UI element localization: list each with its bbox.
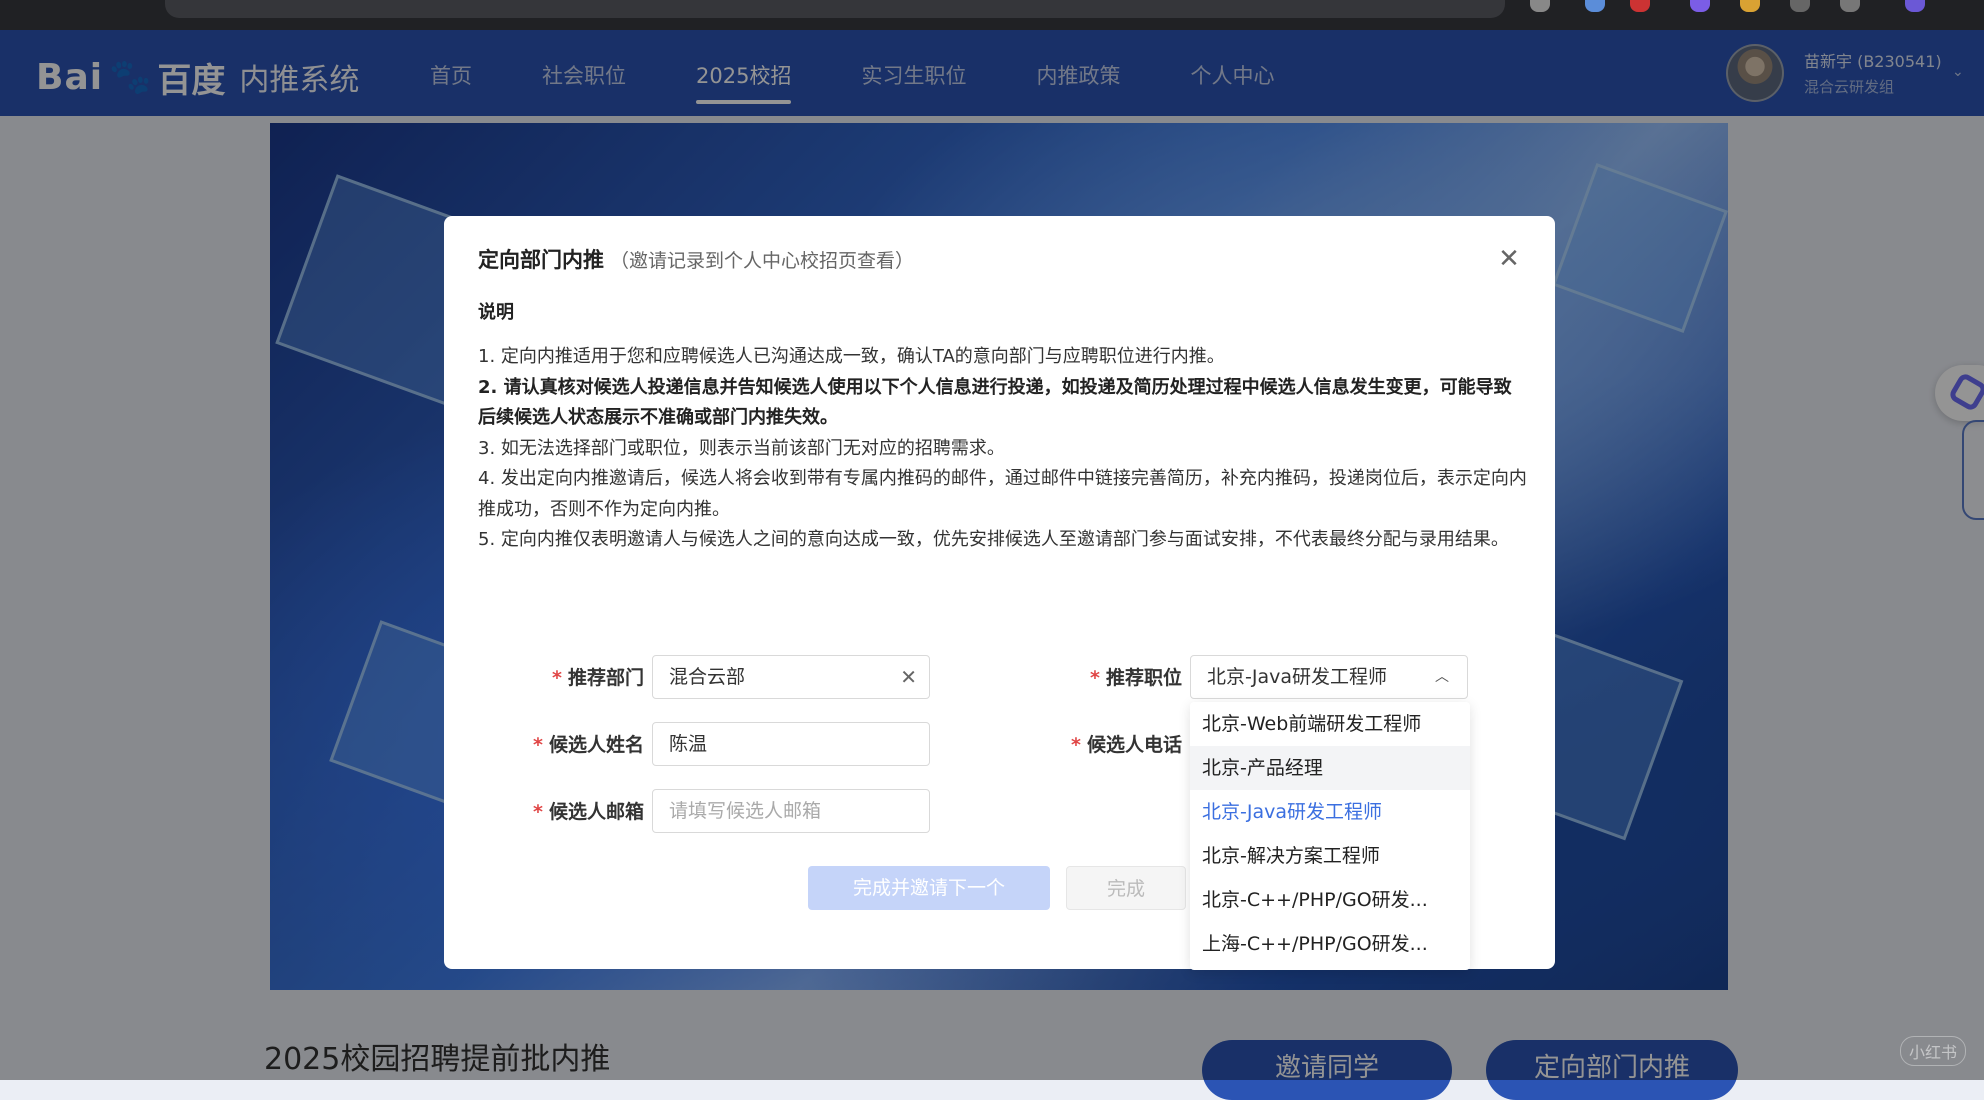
watermark: 小红书 <box>1900 1036 1967 1066</box>
modal-title: 定向部门内推 （邀请记录到个人中心校招页查看） <box>478 244 914 274</box>
profile-icon[interactable] <box>1905 0 1925 12</box>
required-mark: * <box>552 667 562 689</box>
email-label-text: 候选人邮箱 <box>548 801 644 823</box>
dropdown-option[interactable]: 北京-解决方案工程师 <box>1190 834 1470 878</box>
extension-icon[interactable] <box>1740 0 1760 12</box>
dropdown-option[interactable]: 北京-Web前端研发工程师 <box>1190 702 1470 746</box>
description-item: 2. 请认真核对候选人投递信息并告知候选人使用以下个人信息进行投递，如投递及简历… <box>478 376 1512 429</box>
email-placeholder: 请填写候选人邮箱 <box>669 800 822 822</box>
required-mark: * <box>533 801 543 823</box>
extension-icon[interactable] <box>1690 0 1710 12</box>
close-icon[interactable]: ✕ <box>1494 244 1524 274</box>
clear-icon[interactable]: ✕ <box>900 656 917 698</box>
description-item: 3. 如无法选择部门或职位，则表示当前该部门无对应的招聘需求。 <box>478 437 1005 459</box>
candidate-name-value: 陈温 <box>669 733 708 755</box>
dept-value: 混合云部 <box>669 666 746 688</box>
finish-and-invite-next-button[interactable]: 完成并邀请下一个 <box>808 866 1050 910</box>
position-value: 北京-Java研发工程师 <box>1207 666 1387 688</box>
required-mark: * <box>1071 734 1081 756</box>
position-select[interactable]: 北京-Java研发工程师 ︿ <box>1190 655 1468 699</box>
dropdown-option[interactable]: 上海-C++/PHP/GO研发... <box>1190 922 1470 966</box>
email-label: * 候选人邮箱 <box>444 797 644 824</box>
phone-label: * 候选人电话 <box>982 730 1182 757</box>
dropdown-option[interactable]: 北京-产品经理 <box>1190 746 1470 790</box>
extension-icon[interactable] <box>1530 0 1550 12</box>
finish-button[interactable]: 完成 <box>1066 866 1186 910</box>
description-item: 4. 发出定向内推邀请后，候选人将会收到带有专属内推码的邮件，通过邮件中链接完善… <box>478 468 1527 520</box>
position-dropdown: 北京-Web前端研发工程师 北京-产品经理 北京-Java研发工程师 北京-解决… <box>1190 702 1470 970</box>
browser-toolbar <box>0 0 1984 30</box>
modal-title-text: 定向部门内推 <box>478 248 604 272</box>
modal-title-note: （邀请记录到个人中心校招页查看） <box>610 250 915 272</box>
chevron-up-icon: ︿ <box>1435 669 1449 685</box>
description-heading: 说明 <box>478 302 514 323</box>
description-item: 1. 定向内推适用于您和应聘候选人已沟通达成一致，确认TA的意向部门与应聘职位进… <box>478 346 1225 367</box>
description-item: 5. 定向内推仅表明邀请人与候选人之间的意向达成一致，优先安排候选人至邀请部门参… <box>478 529 1509 550</box>
extension-icon[interactable] <box>1840 0 1860 12</box>
phone-label-text: 候选人电话 <box>1086 734 1182 756</box>
required-mark: * <box>533 734 543 756</box>
position-label: * 推荐职位 <box>982 663 1182 690</box>
candidate-email-input[interactable]: 请填写候选人邮箱 <box>652 789 930 833</box>
dept-label: * 推荐部门 <box>444 663 644 690</box>
required-mark: * <box>1090 667 1100 689</box>
name-label-text: 候选人姓名 <box>548 734 644 756</box>
candidate-name-input[interactable]: 陈温 <box>652 722 930 766</box>
dropdown-option[interactable]: 北京-C++/PHP/GO研发... <box>1190 878 1470 922</box>
address-bar[interactable] <box>165 0 1505 18</box>
extension-icon[interactable] <box>1630 0 1650 12</box>
name-label: * 候选人姓名 <box>444 730 644 757</box>
dept-label-text: 推荐部门 <box>567 667 644 689</box>
description-list: 1. 定向内推适用于您和应聘候选人已沟通达成一致，确认TA的意向部门与应聘职位进… <box>478 342 1528 556</box>
extension-icon[interactable] <box>1585 0 1605 12</box>
position-label-text: 推荐职位 <box>1105 667 1182 689</box>
extension-icon[interactable] <box>1790 0 1810 12</box>
dept-select[interactable]: 混合云部 ✕ <box>652 655 930 699</box>
dropdown-option[interactable]: 北京-Java研发工程师 <box>1190 790 1470 834</box>
